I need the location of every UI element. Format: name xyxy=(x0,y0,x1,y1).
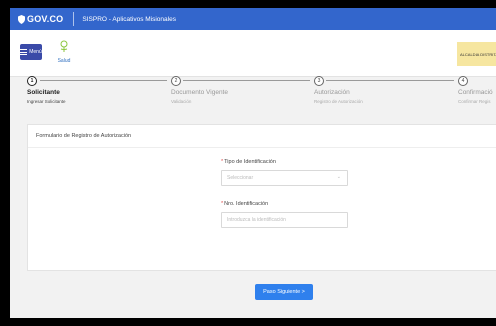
next-step-button[interactable]: Paso Siguiente > xyxy=(255,284,313,300)
nro-identificacion-field: *Nro. Identificación Introduzca la ident… xyxy=(221,201,348,228)
app-window: GOV.CO SISPRO - Aplicativos Misionales M… xyxy=(10,8,496,318)
step-title: Autorización xyxy=(314,89,350,96)
hamburger-icon xyxy=(20,48,28,57)
navbar: Menú Salud ALCALDIA DISTRITAL xyxy=(10,30,496,77)
menu-label: Menú xyxy=(29,49,42,55)
step-subtitle: Ingresar Solicitante xyxy=(27,99,66,104)
required-mark: * xyxy=(221,159,224,165)
step-number: 3 xyxy=(314,76,324,86)
salud-label: Salud xyxy=(57,58,71,64)
tipo-label: *Tipo de Identificación xyxy=(221,159,276,165)
shield-icon xyxy=(18,14,25,24)
step-subtitle: Validación xyxy=(171,99,192,104)
nro-identificacion-input[interactable]: Introduzca la identificación xyxy=(221,212,348,228)
gov-top-bar: GOV.CO SISPRO - Aplicativos Misionales xyxy=(10,8,496,30)
tipo-identificacion-field: *Tipo de Identificación Seleccionar ⌄ xyxy=(221,159,348,186)
required-mark: * xyxy=(221,201,224,207)
stepper: 1 Solicitante Ingresar Solicitante 2 Doc… xyxy=(10,76,496,120)
step-title: Documento Vigente xyxy=(171,89,228,96)
form-title: Formulario de Registro de Autorización xyxy=(28,125,496,148)
gov-logo[interactable]: GOV.CO xyxy=(10,14,63,24)
step-subtitle: Confirmar Regis xyxy=(458,99,491,104)
salud-logo[interactable]: Salud xyxy=(54,40,74,66)
step-number: 2 xyxy=(171,76,181,86)
salud-icon xyxy=(60,40,68,52)
step-subtitle: Registro de Autorización xyxy=(314,99,363,104)
divider xyxy=(73,12,75,26)
nro-label: *Nro. Identificación xyxy=(221,201,269,207)
tipo-identificacion-select[interactable]: Seleccionar ⌄ xyxy=(221,170,348,186)
form-card: Formulario de Registro de Autorización *… xyxy=(27,124,496,271)
step-number: 4 xyxy=(458,76,468,86)
step-title: Solicitante xyxy=(27,89,60,96)
step-connector xyxy=(40,80,167,81)
gov-logo-text: GOV.CO xyxy=(27,14,64,24)
select-placeholder: Seleccionar xyxy=(227,175,254,181)
step-connector xyxy=(326,80,454,81)
app-title[interactable]: SISPRO - Aplicativos Misionales xyxy=(82,16,176,23)
step-number: 1 xyxy=(27,76,37,86)
step-connector xyxy=(183,80,310,81)
step-title: Confirmació xyxy=(458,89,493,96)
input-placeholder: Introduzca la identificación xyxy=(227,217,286,223)
alcaldia-badge: ALCALDIA DISTRITAL xyxy=(457,42,496,66)
menu-button[interactable]: Menú xyxy=(20,44,42,60)
chevron-down-icon: ⌄ xyxy=(336,174,341,180)
